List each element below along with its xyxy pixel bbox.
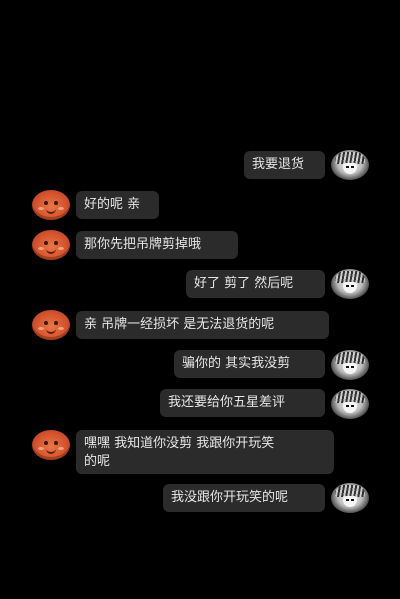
- message-text: 骗你的 其实我没剪: [182, 356, 291, 371]
- anime-sketch-avatar-icon[interactable]: [331, 350, 369, 380]
- message-text: 亲 吊牌一经损坏 是无法退货的呢: [84, 317, 275, 332]
- message-text: 我要退货: [252, 157, 305, 172]
- avatar-eye: [346, 405, 349, 407]
- avatar-eye: [346, 499, 349, 501]
- avatar-eye: [44, 201, 48, 205]
- message-row-buyer: 骗你的 其实我没剪: [0, 348, 400, 382]
- message-text: 我还要给你五星差评: [168, 395, 286, 410]
- message-row-seller: 好的呢 亲: [0, 189, 400, 223]
- avatar-eye: [44, 441, 48, 445]
- message-row-seller: 嘿嘿 我知道你没剪 我跟你开玩笑 的呢: [0, 428, 400, 476]
- avatar-eye: [351, 366, 354, 368]
- avatar-eye: [351, 166, 354, 168]
- message-text: 那你先把吊牌剪掉哦: [84, 237, 202, 252]
- chat-thread: 我要退货 好的呢 亲 那你先把吊牌剪掉哦 好了 剪了 然后呢 亲 吊牌一经损坏 …: [0, 0, 400, 599]
- avatar-eye: [346, 166, 349, 168]
- message-bubble[interactable]: 那你先把吊牌剪掉哦: [76, 231, 238, 259]
- avatar-mouth: [46, 447, 56, 454]
- message-bubble[interactable]: 我还要给你五星差评: [160, 389, 325, 417]
- avatar-face: [343, 363, 357, 374]
- message-bubble[interactable]: 嘿嘿 我知道你没剪 我跟你开玩笑 的呢: [76, 430, 334, 474]
- anime-sketch-avatar-icon[interactable]: [331, 150, 369, 180]
- message-text-line: 的呢: [84, 454, 111, 469]
- message-row-seller: 那你先把吊牌剪掉哦: [0, 228, 400, 262]
- message-row-seller: 亲 吊牌一经损坏 是无法退货的呢: [0, 308, 400, 342]
- orange-cartoon-face-avatar-icon[interactable]: [32, 230, 70, 260]
- message-bubble[interactable]: 我没跟你开玩笑的呢: [163, 484, 325, 512]
- orange-cartoon-face-avatar-icon[interactable]: [32, 430, 70, 460]
- avatar-eye: [54, 441, 58, 445]
- message-row-buyer: 好了 剪了 然后呢: [0, 267, 400, 301]
- avatar-blush: [58, 207, 64, 210]
- anime-sketch-avatar-icon[interactable]: [331, 389, 369, 419]
- avatar-blush: [38, 447, 44, 450]
- avatar-face: [343, 496, 357, 507]
- avatar-face: [343, 163, 357, 174]
- avatar-mouth: [46, 327, 56, 334]
- avatar-eye: [44, 321, 48, 325]
- anime-sketch-avatar-icon[interactable]: [331, 483, 369, 513]
- message-row-buyer: 我没跟你开玩笑的呢: [0, 481, 400, 515]
- message-row-buyer: 我要退货: [0, 148, 400, 182]
- orange-cartoon-face-avatar-icon[interactable]: [32, 310, 70, 340]
- orange-cartoon-face-avatar-icon[interactable]: [32, 190, 70, 220]
- avatar-blush: [58, 247, 64, 250]
- avatar-eye: [346, 285, 349, 287]
- avatar-eye: [351, 499, 354, 501]
- message-bubble[interactable]: 好了 剪了 然后呢: [186, 270, 325, 298]
- avatar-mouth: [46, 207, 56, 214]
- avatar-eye: [54, 321, 58, 325]
- message-bubble[interactable]: 亲 吊牌一经损坏 是无法退货的呢: [76, 311, 329, 339]
- avatar-eye: [351, 285, 354, 287]
- message-bubble[interactable]: 好的呢 亲: [76, 191, 159, 219]
- message-text: 好了 剪了 然后呢: [194, 276, 294, 291]
- avatar-face: [343, 282, 357, 293]
- message-row-buyer: 我还要给你五星差评: [0, 386, 400, 420]
- avatar-eye: [54, 201, 58, 205]
- avatar-eye: [44, 241, 48, 245]
- message-text-line: 嘿嘿 我知道你没剪 我跟你开玩笑: [84, 436, 275, 451]
- message-text: 好的呢 亲: [84, 197, 141, 212]
- avatar-mouth: [46, 247, 56, 254]
- message-bubble[interactable]: 骗你的 其实我没剪: [174, 350, 325, 378]
- message-text: 我没跟你开玩笑的呢: [171, 490, 289, 505]
- avatar-face: [343, 402, 357, 413]
- avatar-blush: [38, 207, 44, 210]
- avatar-eye: [346, 366, 349, 368]
- avatar-blush: [38, 327, 44, 330]
- anime-sketch-avatar-icon[interactable]: [331, 269, 369, 299]
- avatar-blush: [58, 327, 64, 330]
- avatar-blush: [58, 447, 64, 450]
- avatar-eye: [351, 405, 354, 407]
- avatar-blush: [38, 247, 44, 250]
- message-bubble[interactable]: 我要退货: [244, 151, 325, 179]
- avatar-eye: [54, 241, 58, 245]
